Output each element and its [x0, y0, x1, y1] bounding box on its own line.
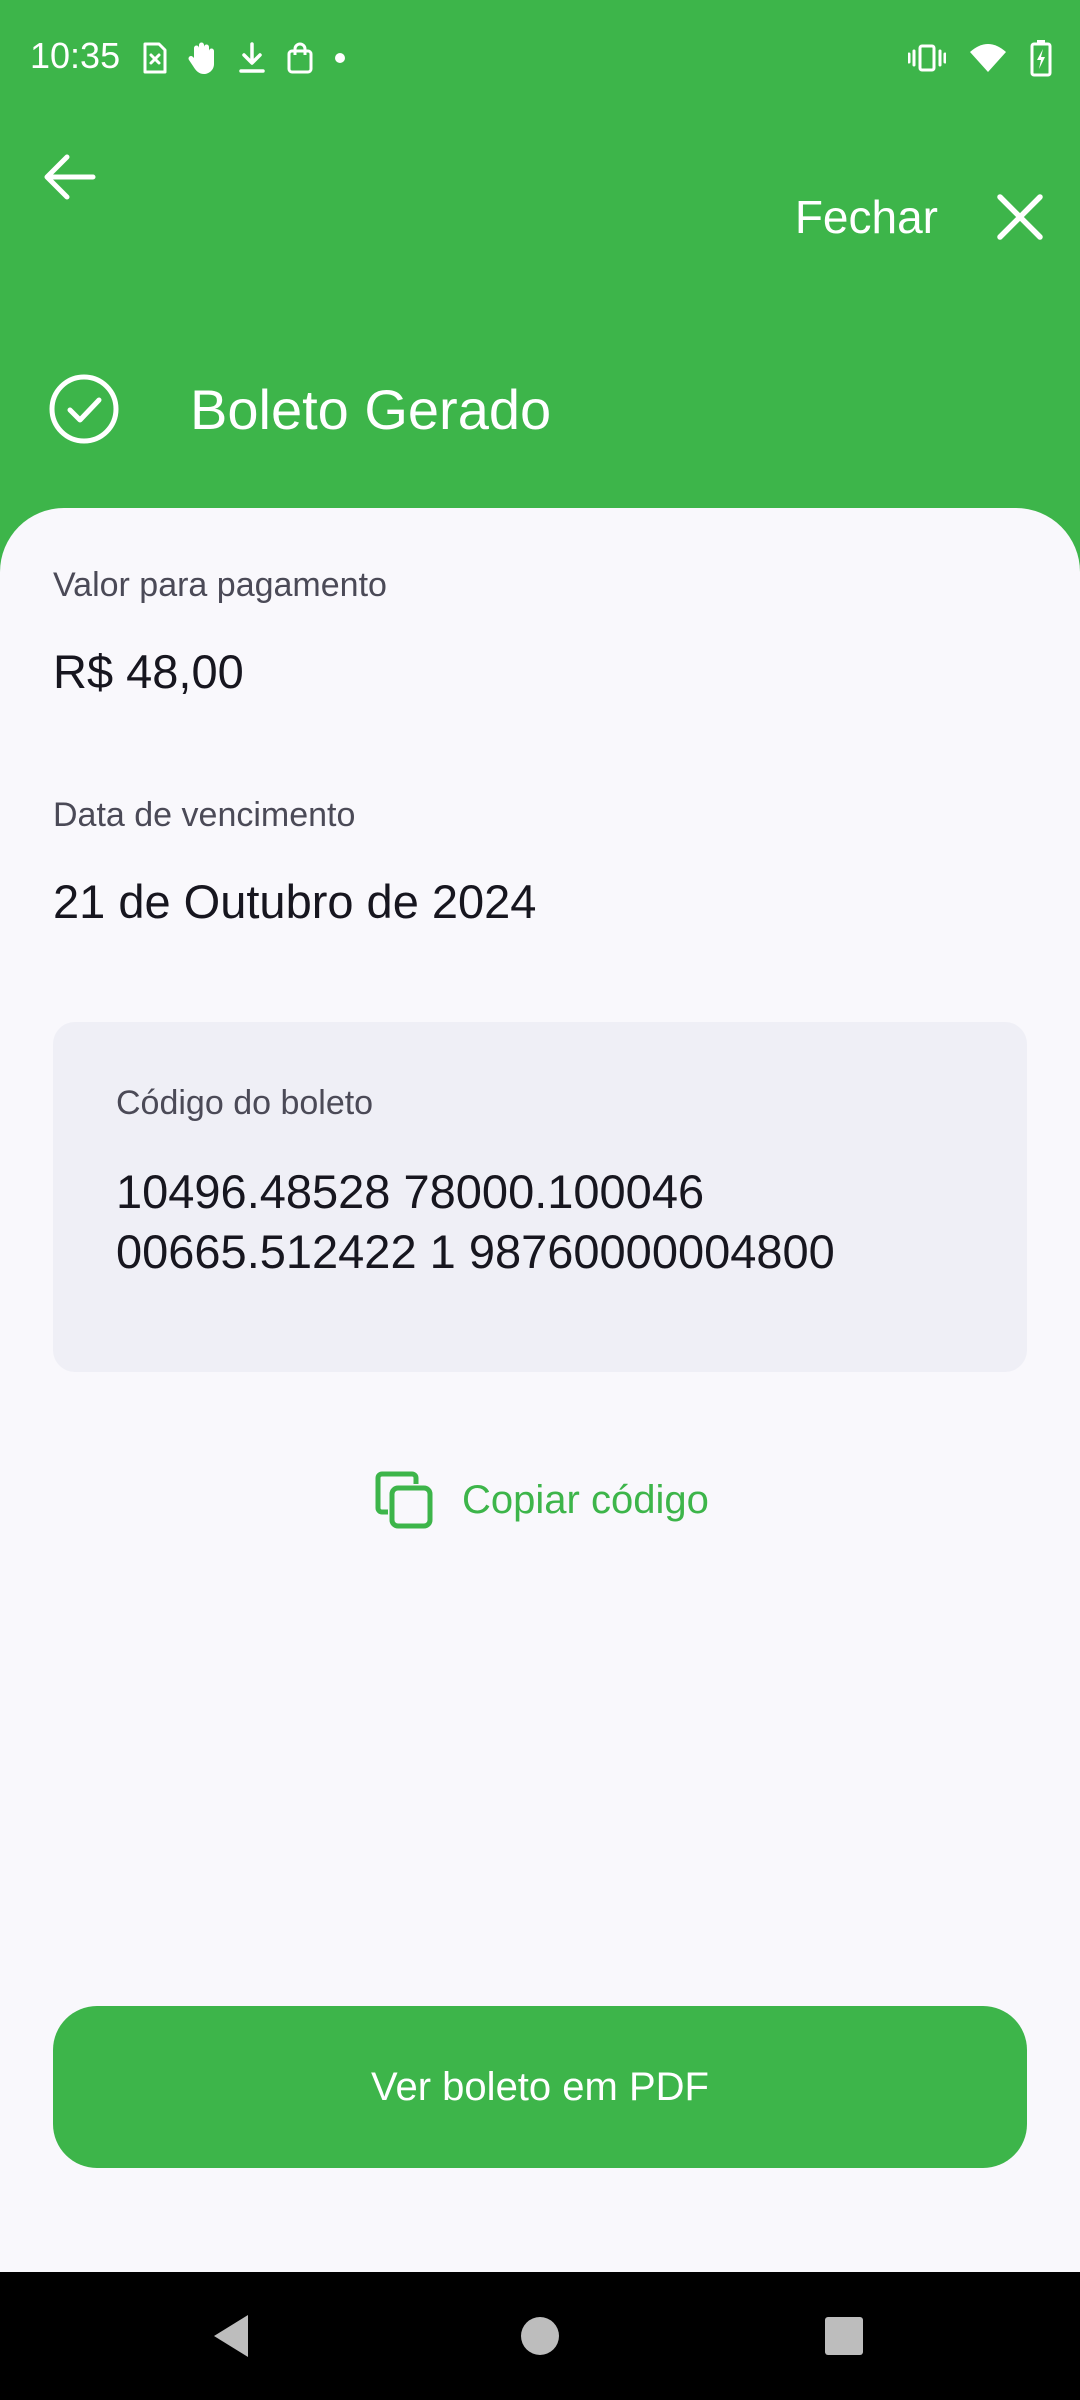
shopping-bag-icon	[286, 42, 314, 74]
barcode-line-2: 00665.512422 1 98760000004800	[116, 1225, 835, 1278]
amount-label: Valor para pagamento	[53, 566, 387, 604]
copy-icon	[372, 1468, 436, 1532]
status-bar: 10:35	[0, 0, 1080, 116]
back-button[interactable]	[36, 144, 102, 210]
barcode-line-1: 10496.48528 78000.100046	[116, 1165, 705, 1218]
check-circle-icon	[49, 374, 119, 444]
barcode-value: 10496.48528 78000.100046 00665.512422 1 …	[116, 1162, 976, 1282]
view-pdf-button[interactable]: Ver boleto em PDF	[53, 2006, 1027, 2168]
nav-home-icon	[521, 2317, 559, 2355]
download-icon	[238, 41, 266, 75]
sim-card-alert-icon	[142, 42, 168, 74]
top-app-bar: Fechar	[0, 116, 1080, 266]
nav-back-icon	[214, 2315, 248, 2357]
arrow-back-icon	[44, 154, 96, 200]
due-date-label: Data de vencimento	[53, 796, 356, 834]
close-icon	[996, 193, 1044, 241]
barcode-card: Código do boleto 10496.48528 78000.10004…	[53, 1022, 1027, 1372]
content-sheet: Valor para pagamento R$ 48,00 Data de ve…	[0, 508, 1080, 2272]
system-navigation-bar	[0, 2272, 1080, 2400]
close-label: Fechar	[794, 191, 938, 243]
vibrate-icon	[908, 43, 946, 73]
notification-icons	[142, 36, 366, 80]
nav-recents-button[interactable]	[804, 2296, 884, 2376]
wifi-icon	[968, 42, 1008, 74]
close-button[interactable]: Fechar	[795, 172, 1044, 262]
hand-gesture-icon	[188, 40, 218, 76]
nav-home-button[interactable]	[500, 2296, 580, 2376]
copy-code-label: Copiar código	[462, 1477, 709, 1522]
system-icons	[886, 36, 1052, 80]
battery-charging-icon	[1030, 39, 1052, 77]
nav-recents-icon	[825, 2317, 863, 2355]
more-notifications-dot-icon	[334, 52, 346, 64]
status-time: 10:35	[30, 35, 121, 76]
nav-back-button[interactable]	[192, 2296, 272, 2376]
view-pdf-label: Ver boleto em PDF	[371, 2064, 709, 2109]
page-title: Boleto Gerado	[190, 377, 552, 441]
barcode-label: Código do boleto	[116, 1084, 374, 1122]
due-date-value: 21 de Outubro de 2024	[53, 875, 537, 928]
copy-code-button[interactable]: Copiar código	[372, 1460, 709, 1540]
amount-value: R$ 48,00	[53, 645, 244, 698]
page-header: Boleto Gerado	[48, 366, 551, 452]
